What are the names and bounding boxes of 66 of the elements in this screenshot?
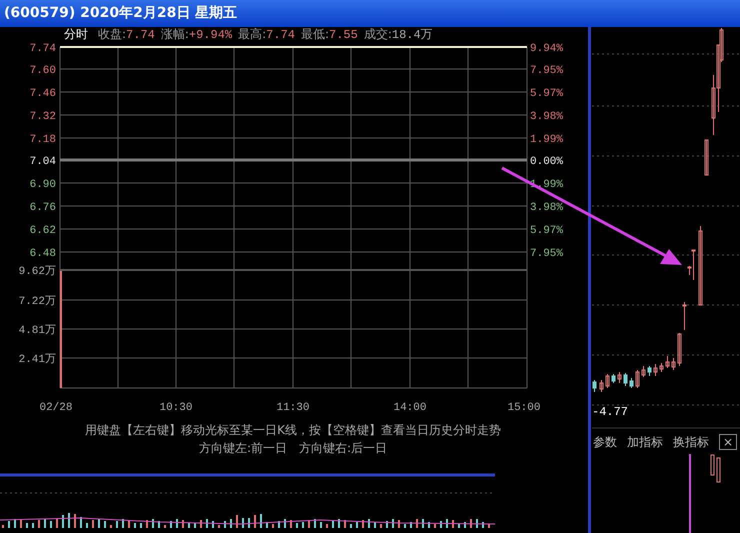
candlestick — [636, 370, 640, 388]
candlestick — [666, 356, 670, 368]
quote-value: 7.55 — [329, 28, 358, 42]
indicator-tool-button[interactable]: 换指标 — [671, 433, 711, 451]
indicator-bar — [710, 454, 714, 476]
candlestick — [618, 372, 622, 384]
percent-label: 3.98% — [530, 111, 564, 123]
price-label: 7.18 — [30, 134, 56, 146]
chart-tab[interactable]: 分时 — [64, 27, 88, 41]
candlestick — [678, 332, 682, 366]
volume-label: 7.22万 — [18, 296, 56, 308]
time-label: 02/28 — [40, 402, 72, 414]
candlestick — [682, 302, 686, 330]
candlestick — [630, 378, 634, 388]
candlestick — [606, 374, 610, 388]
volume-label: 2.41万 — [18, 354, 56, 366]
hint-text: 用键盘【左右键】移动光标至某一日K线，按【空格键】查看当日历史分时走势 — [85, 423, 501, 437]
percent-label: 0.00% — [530, 156, 564, 168]
quote-value: 7.74 — [126, 28, 155, 42]
indicator-reading: -4.77 — [592, 404, 628, 421]
quote-label: 最低: — [300, 27, 330, 41]
price-label: 6.62 — [30, 225, 56, 237]
candlestick — [624, 372, 628, 386]
time-label: 15:00 — [508, 402, 540, 414]
candlestick — [704, 140, 708, 176]
candlestick — [642, 366, 646, 378]
hint-text: 方向键左:前一日 方向键右:后一日 — [198, 441, 388, 455]
quote-label: 涨幅: — [160, 27, 189, 41]
price-label: 7.32 — [30, 111, 56, 123]
time-label: 10:30 — [160, 402, 192, 414]
percent-label: 3.98% — [530, 202, 564, 214]
quote-value: 7.74 — [266, 28, 295, 42]
quote-label: 成交: — [364, 27, 392, 41]
time-label: 14:00 — [394, 402, 426, 414]
percent-label: 1.99% — [530, 134, 564, 146]
price-label: 6.90 — [30, 179, 56, 191]
quote-value: +9.94% — [188, 28, 232, 42]
candlestick — [612, 374, 616, 384]
quote-value: 18.4万 — [392, 28, 433, 42]
candlestick — [600, 380, 604, 392]
indicator-tool-button[interactable]: 参数 — [591, 433, 619, 451]
volume-label: 9.62万 — [18, 266, 56, 278]
price-label: 7.60 — [30, 65, 56, 77]
close-button[interactable]: × — [719, 434, 738, 450]
indicator-tool-button[interactable]: 加指标 — [625, 433, 665, 451]
candlestick — [654, 364, 658, 376]
percent-label: 7.95% — [530, 65, 564, 77]
quote-label: 最高: — [238, 27, 266, 41]
price-label: 7.74 — [30, 43, 56, 55]
window-title: (600579) 2020年2月28日 星期五 — [0, 0, 740, 27]
percent-label: 7.95% — [530, 248, 564, 260]
indicator-bar — [716, 458, 720, 482]
time-label: 11:30 — [276, 402, 310, 414]
price-label: 6.48 — [30, 248, 56, 260]
percent-label: 5.97% — [530, 225, 564, 237]
candlestick — [672, 358, 676, 370]
candlestick — [648, 366, 652, 376]
price-label: 7.46 — [30, 88, 56, 100]
percent-label: 9.94% — [530, 43, 564, 55]
candlestick — [592, 380, 596, 392]
price-label: 7.04 — [30, 156, 56, 168]
candlestick — [660, 362, 664, 372]
quote-label: 收盘: — [98, 27, 126, 41]
volume-label: 4.81万 — [18, 325, 56, 337]
percent-label: 5.97% — [530, 88, 564, 100]
price-label: 6.76 — [30, 202, 56, 214]
